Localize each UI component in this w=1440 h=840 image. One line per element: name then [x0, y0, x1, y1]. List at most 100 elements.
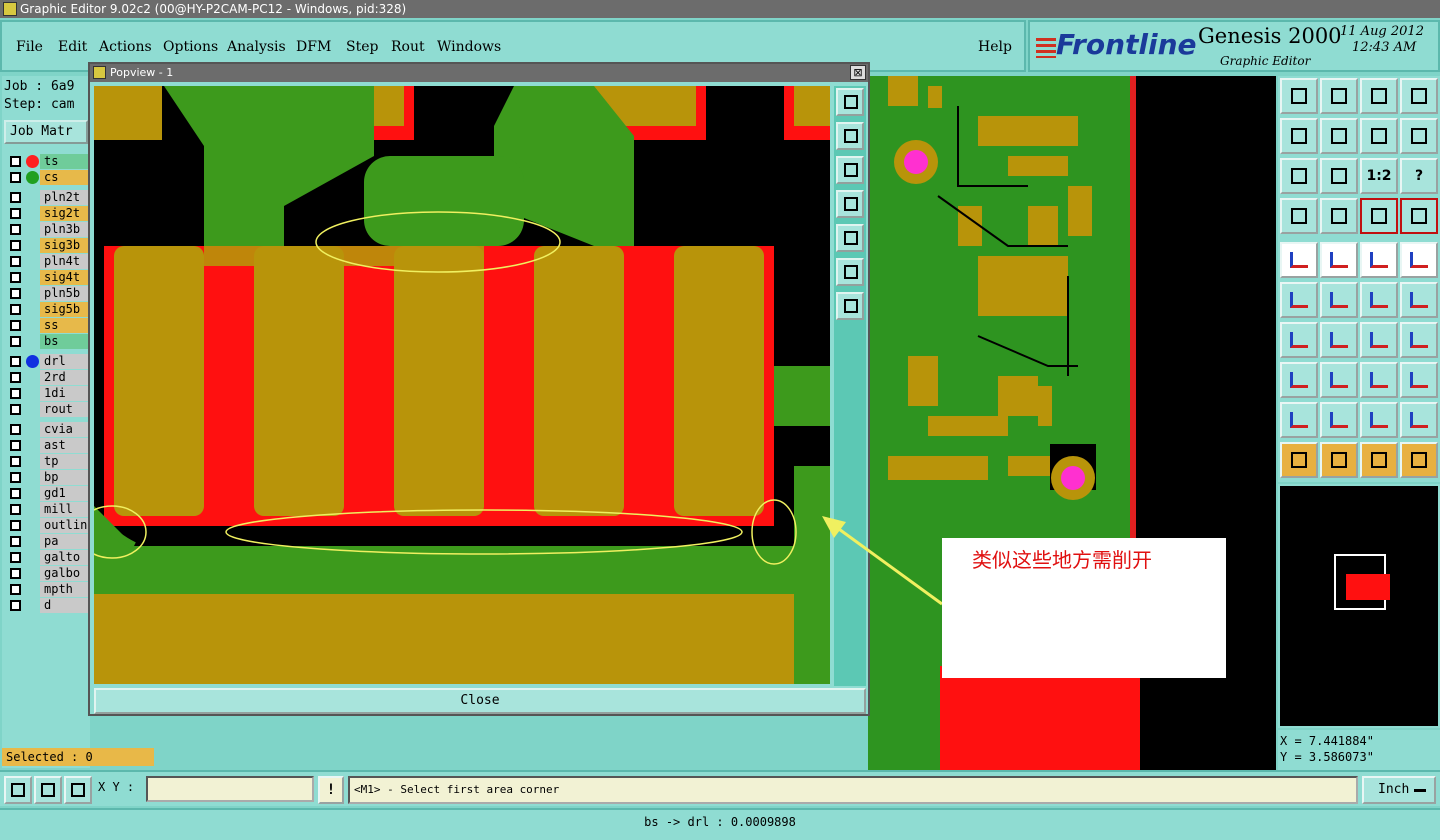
triangle-tool-button[interactable] — [1280, 402, 1318, 438]
trim-tool-button[interactable] — [1320, 362, 1358, 398]
layer-checkbox[interactable] — [10, 304, 21, 315]
layer-row[interactable]: pa — [6, 534, 92, 549]
layer-checkbox[interactable] — [10, 600, 21, 611]
layer-checkbox[interactable] — [10, 388, 21, 399]
execute-button[interactable]: ! — [318, 776, 344, 804]
layer-row[interactable]: ts — [6, 154, 92, 169]
layer-checkbox[interactable] — [10, 504, 21, 515]
layer-name[interactable]: sig2t — [40, 206, 92, 221]
layer-name[interactable]: d — [40, 598, 92, 613]
layer-row[interactable]: sig2t — [6, 206, 92, 221]
ruler-tool-button[interactable] — [1360, 242, 1398, 278]
layer-checkbox[interactable] — [10, 584, 21, 595]
pad-tool-button[interactable] — [1400, 242, 1438, 278]
layer-name[interactable]: gd1 — [40, 486, 92, 501]
layer-row[interactable]: pln2t — [6, 190, 92, 205]
net-select-button[interactable] — [1400, 442, 1438, 478]
measure-tool-button[interactable] — [1280, 198, 1318, 234]
connect-toggle-button[interactable] — [1400, 198, 1438, 234]
layer-row[interactable]: drl — [6, 354, 92, 369]
add-segment-button[interactable] — [1360, 282, 1398, 318]
layer-checkbox[interactable] — [10, 356, 21, 367]
layer-checkbox[interactable] — [10, 156, 21, 167]
zoom-out-tool-button[interactable] — [1320, 158, 1358, 194]
layer-name[interactable]: pln5b — [40, 286, 92, 301]
layer-checkbox[interactable] — [10, 488, 21, 499]
select-move-button[interactable] — [1280, 242, 1318, 278]
layer-name[interactable]: pln3b — [40, 222, 92, 237]
layer-row[interactable]: sig4t — [6, 270, 92, 285]
cross-arch-button[interactable] — [1400, 402, 1438, 438]
layer-row[interactable]: galto — [6, 550, 92, 565]
arc-tool-button[interactable] — [1360, 322, 1398, 358]
pad-group-button[interactable] — [1400, 362, 1438, 398]
pointer-frame-button[interactable] — [1360, 442, 1398, 478]
popview-zoom-fit-button[interactable] — [836, 88, 864, 116]
layer-name[interactable]: mill — [40, 502, 92, 517]
layer-checkbox[interactable] — [10, 192, 21, 203]
popview-canvas[interactable] — [94, 86, 830, 684]
layer-row[interactable]: 2rd — [6, 370, 92, 385]
layer-name[interactable]: drl — [40, 354, 92, 369]
layer-checkbox[interactable] — [10, 424, 21, 435]
layer-name[interactable]: tp — [40, 454, 92, 469]
delta-tool-button[interactable] — [1320, 402, 1358, 438]
xy-input[interactable] — [146, 776, 314, 802]
job-matrix-button[interactable]: Job Matr — [4, 120, 88, 144]
home-view-button[interactable] — [1360, 78, 1398, 114]
zoom-down-button[interactable] — [1320, 78, 1358, 114]
popview-close-button[interactable]: Close — [94, 688, 866, 714]
layer-checkbox[interactable] — [10, 552, 21, 563]
layer-name[interactable]: sig5b — [40, 302, 92, 317]
scale-1-2-button[interactable]: 1:2 — [1360, 158, 1398, 194]
layer-checkbox[interactable] — [10, 224, 21, 235]
layer-row[interactable]: galbo — [6, 566, 92, 581]
layer-name[interactable]: ts — [40, 154, 92, 169]
layer-row[interactable]: outline — [6, 518, 92, 533]
popview-pan-right-button[interactable] — [836, 224, 864, 252]
layer-row[interactable]: mill — [6, 502, 92, 517]
angle-mode-button[interactable] — [34, 776, 62, 804]
layer-checkbox[interactable] — [10, 256, 21, 267]
layer-checkbox[interactable] — [10, 520, 21, 531]
menu-analysis[interactable]: Analysis — [227, 39, 286, 55]
popview-zoom-out-button[interactable] — [836, 292, 864, 320]
layer-name[interactable]: sig4t — [40, 270, 92, 285]
layer-checkbox[interactable] — [10, 472, 21, 483]
layer-name[interactable]: bs — [40, 334, 92, 349]
angle-tool-button[interactable] — [1280, 322, 1318, 358]
layer-checkbox[interactable] — [10, 172, 21, 183]
popview-pan-down-button[interactable] — [836, 156, 864, 184]
layer-row[interactable]: pln4t — [6, 254, 92, 269]
node-tool-button[interactable] — [1280, 282, 1318, 318]
layer-row[interactable]: bs — [6, 334, 92, 349]
layer-name[interactable]: cvia — [40, 422, 92, 437]
layer-checkbox[interactable] — [10, 240, 21, 251]
corner-tool-button[interactable] — [1280, 362, 1318, 398]
help-tool-button[interactable]: ? — [1400, 158, 1438, 194]
menu-options[interactable]: Options — [163, 39, 218, 55]
delete-node-button[interactable] — [1320, 282, 1358, 318]
pan-left-tool-button[interactable] — [1280, 118, 1318, 154]
layer-name[interactable]: sig3b — [40, 238, 92, 253]
layer-row[interactable]: gd1 — [6, 486, 92, 501]
line-tool-button[interactable] — [1320, 322, 1358, 358]
layer-checkbox[interactable] — [10, 372, 21, 383]
swap-view-button[interactable] — [1360, 118, 1398, 154]
snap-mode-button[interactable] — [4, 776, 32, 804]
mirror-tool-button[interactable] — [1320, 242, 1358, 278]
add-point-button[interactable] — [1400, 282, 1438, 318]
snap-toggle-button[interactable] — [1360, 198, 1398, 234]
menu-help[interactable]: Help — [978, 39, 1012, 55]
layer-name[interactable]: cs — [40, 170, 92, 185]
layer-row[interactable]: bp — [6, 470, 92, 485]
layer-checkbox[interactable] — [10, 404, 21, 415]
zoom-in-tool-button[interactable] — [1280, 158, 1318, 194]
layer-name[interactable]: pa — [40, 534, 92, 549]
layer-row[interactable]: ast — [6, 438, 92, 453]
pointer-box-button[interactable] — [1320, 442, 1358, 478]
layer-name[interactable]: outline — [40, 518, 92, 533]
layer-row[interactable]: sig5b — [6, 302, 92, 317]
close-icon[interactable]: ⊠ — [850, 65, 866, 80]
layer-name[interactable]: ss — [40, 318, 92, 333]
